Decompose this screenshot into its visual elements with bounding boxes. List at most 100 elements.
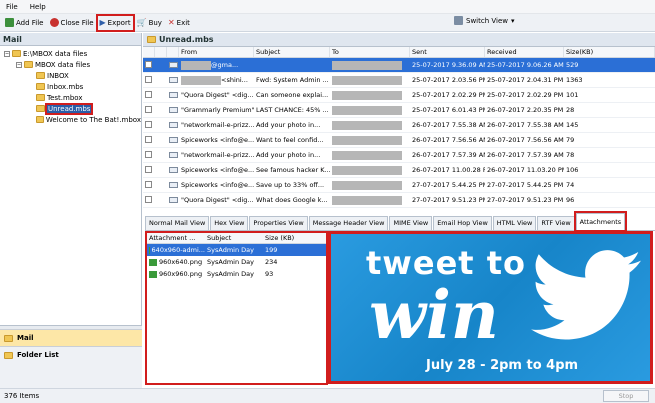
email-sent-text: 26-07-2017 7.56.56 AM (412, 136, 485, 144)
tab-hex-view[interactable]: Hex View (210, 216, 249, 230)
stop-button[interactable]: Stop (603, 390, 649, 402)
switch-view-button[interactable]: Switch View ▾ (454, 16, 515, 25)
column-received[interactable]: Received (485, 47, 564, 57)
row-checkbox[interactable] (143, 148, 155, 162)
redacted-block (181, 60, 211, 70)
email-row[interactable]: "Grammarly Premium"... LAST CHANCE: 45% .… (143, 103, 655, 118)
email-from: Spiceworks <info@e... (179, 163, 254, 177)
email-row[interactable]: "Quora Digest" <dig...What is the best m… (143, 208, 655, 210)
column-subject[interactable]: Subject (254, 47, 330, 57)
row-checkbox[interactable] (143, 133, 155, 147)
redacted-block (332, 165, 402, 175)
column-from[interactable]: From (179, 47, 254, 57)
tree-item-welcome[interactable]: Welcome to The Bat!.mbox (0, 114, 141, 125)
nav-mail-button[interactable]: Mail (0, 329, 142, 346)
row-checkbox-box[interactable] (145, 121, 152, 128)
row-checkbox-box[interactable] (145, 61, 152, 68)
tree-item-unread-mbs[interactable]: Unread.mbs (0, 102, 141, 115)
attachment-row[interactable]: 960x960.png SysAdmin Day 93 (147, 268, 326, 280)
email-row[interactable]: "Quora Digest" <dig... Can someone explai… (143, 88, 655, 103)
collapse-icon[interactable]: − (16, 61, 22, 68)
email-row[interactable]: @gma... 25-07-2017 9.36.09 AM 25-07-2017 9… (143, 58, 655, 73)
email-received: 26-07-2017 2.20.35 PM (485, 103, 564, 117)
tab-html-view[interactable]: HTML View (492, 216, 537, 230)
email-size: 106 (564, 163, 655, 177)
email-row[interactable]: "Quora Digest" <dig... What does Google k… (143, 193, 655, 208)
row-checkbox-box[interactable] (145, 181, 152, 188)
row-checkbox-box[interactable] (145, 196, 152, 203)
attachment-row[interactable]: 960x640.png SysAdmin Day 234 (147, 256, 326, 268)
tab-rtf-view[interactable]: RTF View (537, 216, 575, 230)
header-check[interactable] (143, 47, 155, 57)
row-checkbox-box[interactable] (145, 91, 152, 98)
email-row[interactable]: Spiceworks <info@e... See famous hacker K… (143, 163, 655, 178)
header-attach[interactable] (167, 47, 179, 57)
buy-button[interactable]: 🛒 Buy (135, 16, 164, 30)
tab-email-hop-view[interactable]: Email Hop View (433, 216, 492, 230)
menu-help[interactable]: Help (30, 3, 46, 11)
tab-properties-view[interactable]: Properties View (249, 216, 308, 230)
row-checkbox[interactable] (143, 103, 155, 117)
close-file-button[interactable]: Close File (48, 16, 96, 30)
row-envelope (167, 193, 179, 207)
row-checkbox[interactable] (143, 73, 155, 87)
column-size[interactable]: Size(KB) (564, 47, 655, 57)
tree-item-test-mbox[interactable]: Test.mbox (0, 92, 141, 103)
email-subject-text: Want to feel confid... (256, 136, 324, 144)
column-attachment-name[interactable]: Attachment ... (147, 233, 205, 243)
row-checkbox[interactable] (143, 88, 155, 102)
email-received-text: 26-07-2017 11.03.20 PM (487, 166, 564, 174)
column-to[interactable]: To (330, 47, 410, 57)
row-checkbox-box[interactable] (145, 166, 152, 173)
tab-normal-mail-view[interactable]: Normal Mail View (145, 216, 210, 230)
tree-item-root[interactable]: − E:\MBOX data files (0, 48, 141, 59)
tab-message-header-view[interactable]: Message Header View (308, 216, 389, 230)
row-checkbox-box[interactable] (145, 106, 152, 113)
folder-list-icon (4, 351, 13, 359)
row-checkbox[interactable] (143, 178, 155, 192)
cart-icon: 🛒 (136, 18, 147, 27)
tab-mime-view[interactable]: MIME View (389, 216, 433, 230)
row-checkbox[interactable] (143, 193, 155, 207)
header-flag[interactable] (155, 47, 167, 57)
attachment-row[interactable]: 640x960-admi... SysAdmin Day 199 (147, 244, 326, 256)
email-row[interactable]: Spiceworks <info@e... Save up to 33% off.… (143, 178, 655, 193)
row-checkbox[interactable] (143, 208, 155, 210)
tree-item-label: Unread.mbs (44, 102, 94, 115)
email-received: 25-07-2017 9.06.26 AM (485, 58, 564, 72)
tree-item-mbox-data-files[interactable]: − MBOX data files (0, 59, 141, 70)
add-file-button[interactable]: Add File (3, 16, 46, 30)
email-row[interactable]: <shini... Fwd: System Admin ... 25-07-2017… (143, 73, 655, 88)
row-checkbox[interactable] (143, 163, 155, 177)
menu-file[interactable]: File (6, 3, 18, 11)
collapse-icon[interactable]: − (4, 50, 10, 57)
email-row[interactable]: Spiceworks <info@e... Want to feel confid… (143, 133, 655, 148)
column-attachment-size[interactable]: Size (KB) (263, 233, 323, 243)
tree-item-inbox[interactable]: INBOX (0, 70, 141, 81)
row-checkbox-box[interactable] (145, 151, 152, 158)
row-checkbox[interactable] (143, 118, 155, 132)
envelope-icon (169, 122, 178, 128)
email-row[interactable]: "networkmail-e-prizz... Add your photo in… (143, 118, 655, 133)
attachment-list: Attachment ... Subject Size (KB) 640x960… (145, 231, 328, 385)
envelope-icon (169, 107, 178, 113)
email-row[interactable]: "networkmail-e-prizz... Add your photo in… (143, 148, 655, 163)
column-attachment-subject[interactable]: Subject (205, 233, 263, 243)
tree-item-label: Test.mbox (47, 93, 83, 102)
nav-folder-list-button[interactable]: Folder List (0, 346, 142, 363)
email-from: "Grammarly Premium"... (179, 103, 254, 117)
email-to (330, 148, 410, 162)
export-button[interactable]: ▶ Export (95, 13, 135, 32)
column-sent[interactable]: Sent (410, 47, 485, 57)
attachment-size: 199 (265, 246, 278, 254)
email-size: 28 (564, 103, 655, 117)
tree-item-inbox-mbs[interactable]: Inbox.mbs (0, 81, 141, 92)
tab-attachments[interactable]: Attachments (573, 211, 628, 232)
row-checkbox-box[interactable] (145, 136, 152, 143)
email-to (330, 208, 410, 210)
exit-button[interactable]: ✕ Exit (166, 16, 192, 30)
folder-icon (36, 94, 45, 101)
row-checkbox-box[interactable] (145, 76, 152, 83)
email-subject-text: Fwd: System Admin ... (256, 76, 329, 84)
row-checkbox[interactable] (143, 58, 155, 72)
